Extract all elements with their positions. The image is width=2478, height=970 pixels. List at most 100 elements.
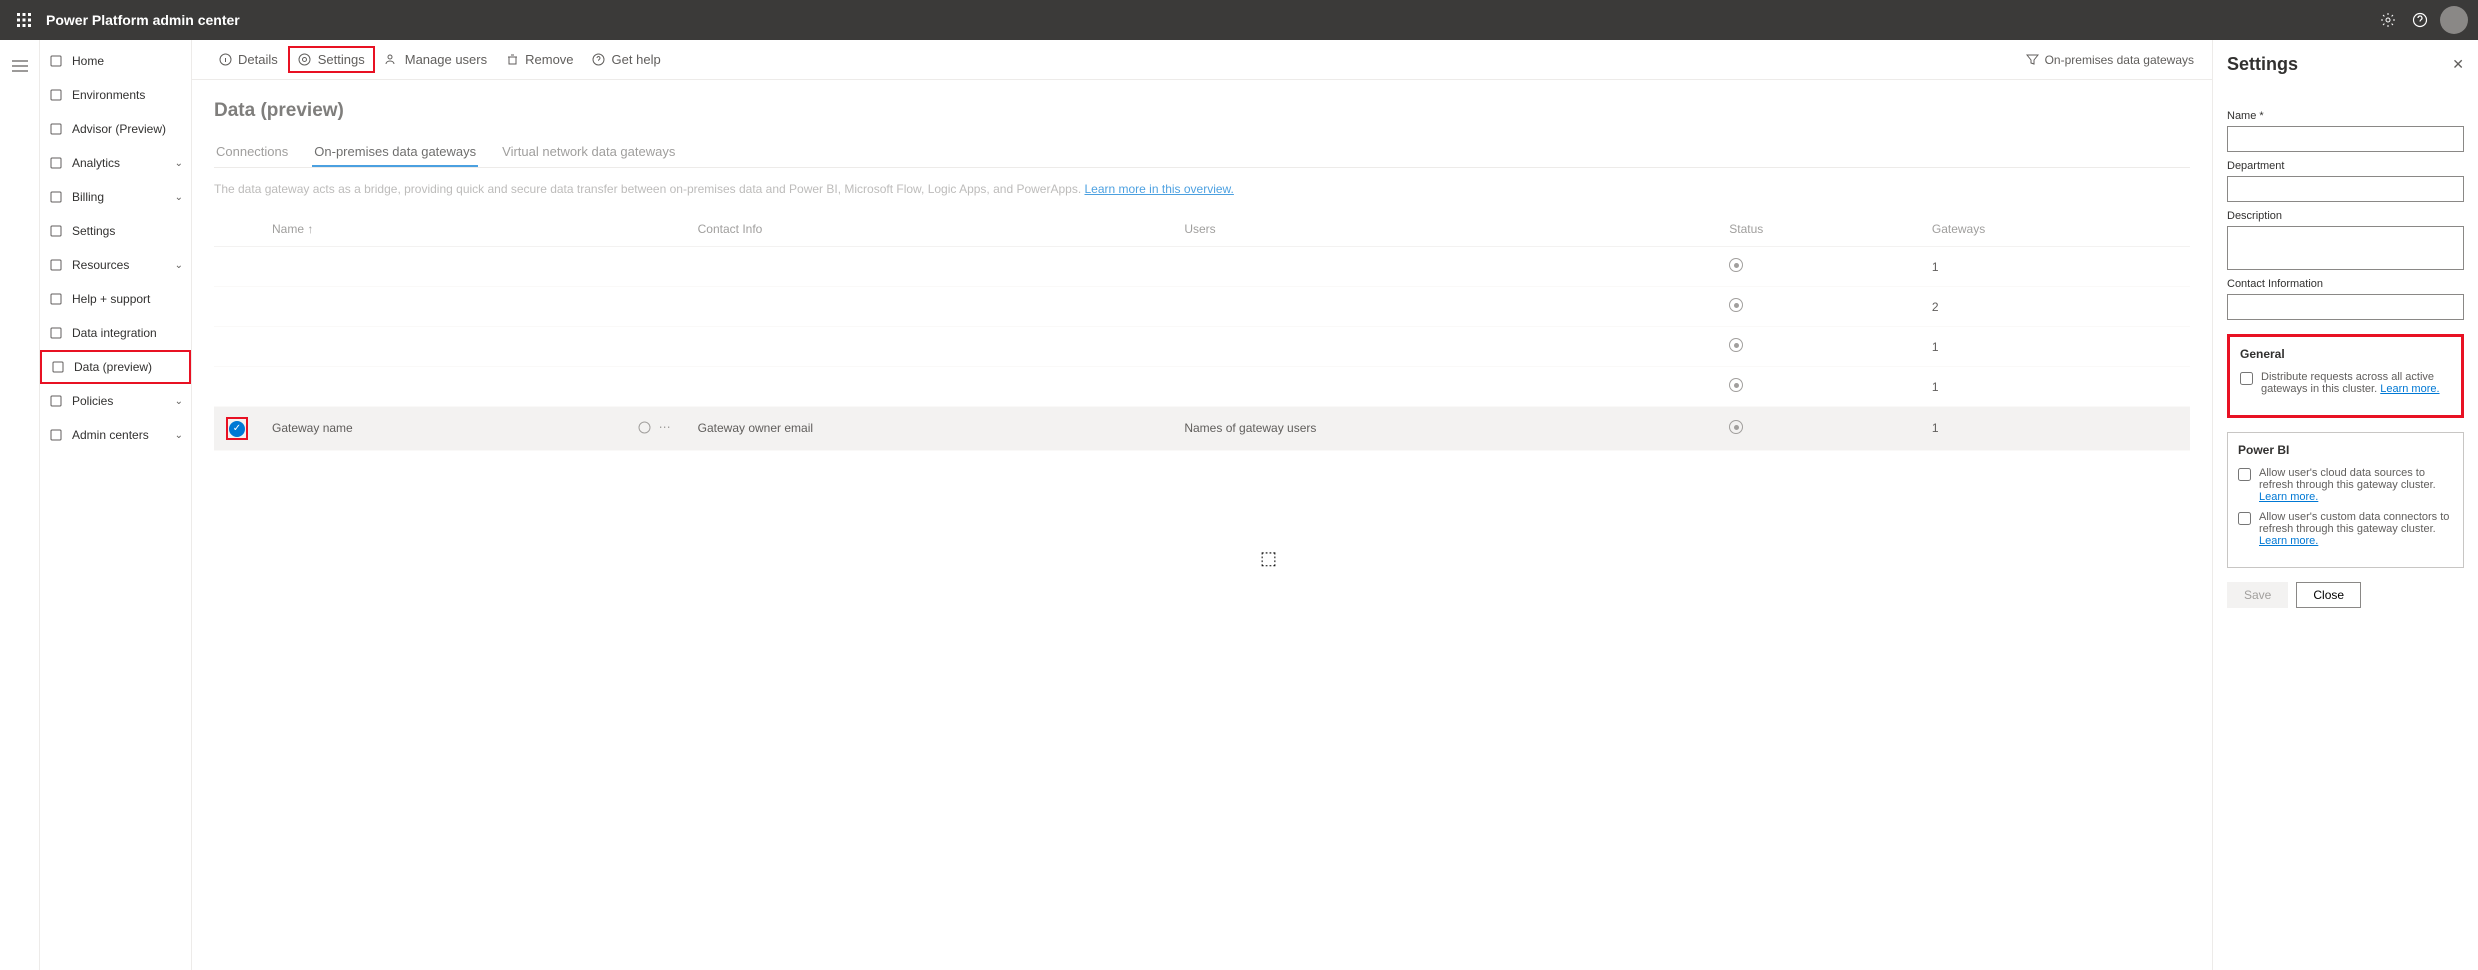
- status-icon: [1729, 420, 1743, 434]
- info-icon: [218, 53, 232, 67]
- col-contact[interactable]: Contact Info: [686, 212, 1173, 247]
- name-label: Name *: [2227, 110, 2464, 122]
- sidebar-item-environments[interactable]: Environments: [40, 78, 191, 112]
- sidebar-item-label: Home: [72, 54, 104, 68]
- tab-vnet-gateways[interactable]: Virtual network data gateways: [500, 138, 677, 167]
- cell-status: [1717, 327, 1920, 367]
- col-users[interactable]: Users: [1172, 212, 1717, 247]
- sidebar-item-analytics[interactable]: Analytics⌄: [40, 146, 191, 180]
- general-learn-more-link[interactable]: Learn more.: [2380, 383, 2439, 395]
- sidebar-item-data-integration[interactable]: Data integration: [40, 316, 191, 350]
- tab-onprem-gateways[interactable]: On-premises data gateways: [312, 138, 478, 167]
- command-bar: Details Settings Manage users Remove Get…: [192, 40, 2212, 80]
- gear-icon: [298, 53, 312, 67]
- help-icon[interactable]: [2404, 4, 2436, 36]
- table-row[interactable]: ✓ Gateway name ⋯ Gateway owner email Nam…: [214, 407, 2190, 451]
- status-icon: [1729, 338, 1743, 352]
- page-body: Data (preview) Connections On-premises d…: [192, 80, 2212, 970]
- powerbi-card: Power BI Allow user's cloud data sources…: [2227, 432, 2464, 568]
- sidebar-item-advisor-preview-[interactable]: Advisor (Preview): [40, 112, 191, 146]
- close-button[interactable]: Close: [2296, 582, 2361, 608]
- cloud-data-sources-checkbox[interactable]: [2238, 468, 2251, 481]
- sidebar-item-label: Data integration: [72, 326, 157, 340]
- app-launcher-icon[interactable]: [10, 6, 38, 34]
- cmd-remove[interactable]: Remove: [497, 48, 581, 71]
- cell-users: [1172, 287, 1717, 327]
- chevron-down-icon: ⌄: [175, 158, 183, 169]
- settings-icon[interactable]: [2372, 4, 2404, 36]
- general-title: General: [2240, 347, 2451, 361]
- cell-contact: [686, 367, 1173, 407]
- table-row[interactable]: 2: [214, 287, 2190, 327]
- cell-name: [260, 367, 626, 407]
- cmd-manage-users[interactable]: Manage users: [377, 48, 495, 71]
- row-more-icon[interactable]: ⋯: [659, 420, 671, 434]
- sidebar-item-data-preview-[interactable]: Data (preview): [40, 350, 191, 384]
- table-row[interactable]: 1: [214, 327, 2190, 367]
- distribute-requests-checkbox[interactable]: [2240, 372, 2253, 385]
- powerbi-learn-more-2-link[interactable]: Learn more.: [2259, 535, 2318, 547]
- name-input[interactable]: [2227, 126, 2464, 152]
- description-label: Description: [2227, 210, 2464, 222]
- close-icon[interactable]: ✕: [2452, 56, 2464, 73]
- home-icon: [48, 53, 64, 69]
- nav-rail: [0, 40, 40, 970]
- powerbi-learn-more-1-link[interactable]: Learn more.: [2259, 491, 2318, 503]
- sidebar-item-home[interactable]: Home: [40, 44, 191, 78]
- tabs: Connections On-premises data gateways Vi…: [214, 138, 2190, 168]
- sidebar-item-billing[interactable]: Billing⌄: [40, 180, 191, 214]
- table-row[interactable]: 1: [214, 367, 2190, 407]
- powerbi-title: Power BI: [2238, 443, 2453, 457]
- cmd-settings-label: Settings: [318, 52, 365, 67]
- cell-name: [260, 327, 626, 367]
- col-name[interactable]: Name ↑: [260, 212, 626, 247]
- admin-icon: [48, 427, 64, 443]
- sidebar-item-label: Policies: [72, 394, 113, 408]
- row-info-icon[interactable]: [638, 421, 651, 434]
- main-content: Details Settings Manage users Remove Get…: [192, 40, 2212, 970]
- sidebar-item-label: Data (preview): [74, 360, 152, 374]
- settings-icon: [48, 223, 64, 239]
- save-button[interactable]: Save: [2227, 582, 2288, 608]
- sidebar-item-policies[interactable]: Policies ⌄: [40, 384, 191, 418]
- table-row[interactable]: 1: [214, 247, 2190, 287]
- cmd-settings[interactable]: Settings: [288, 46, 375, 73]
- desc-learn-more-link[interactable]: Learn more in this overview.: [1084, 182, 1233, 196]
- sidebar-item-resources[interactable]: Resources⌄: [40, 248, 191, 282]
- filter-gateways[interactable]: On-premises data gateways: [2026, 53, 2194, 67]
- description-input[interactable]: [2227, 226, 2464, 270]
- user-avatar[interactable]: [2440, 6, 2468, 34]
- cmd-details-label: Details: [238, 52, 278, 67]
- sidebar-item-settings[interactable]: Settings: [40, 214, 191, 248]
- cmd-get-help[interactable]: Get help: [584, 48, 669, 71]
- hamburger-icon[interactable]: [4, 50, 36, 82]
- chevron-down-icon: ⌄: [175, 192, 183, 203]
- tab-connections[interactable]: Connections: [214, 138, 290, 167]
- cmd-details[interactable]: Details: [210, 48, 286, 71]
- cell-gateways: 1: [1920, 327, 2190, 367]
- sidebar-item-help-support[interactable]: Help + support: [40, 282, 191, 316]
- department-label: Department: [2227, 160, 2464, 172]
- general-card: General Distribute requests across all a…: [2227, 334, 2464, 418]
- cell-contact: [686, 327, 1173, 367]
- sidebar-item-label: Settings: [72, 224, 115, 238]
- col-status[interactable]: Status: [1717, 212, 1920, 247]
- sidebar-item-label: Environments: [72, 88, 145, 102]
- cell-name: Gateway name: [260, 407, 626, 451]
- chevron-down-icon: ⌄: [175, 396, 183, 407]
- cell-users: [1172, 327, 1717, 367]
- col-gateways[interactable]: Gateways: [1920, 212, 2190, 247]
- cmd-remove-label: Remove: [525, 52, 573, 67]
- row-checkbox[interactable]: ✓: [229, 421, 245, 437]
- custom-connectors-checkbox[interactable]: [2238, 512, 2251, 525]
- analytics-icon: [48, 155, 64, 171]
- page-description: The data gateway acts as a bridge, provi…: [214, 182, 2190, 196]
- contact-input[interactable]: [2227, 294, 2464, 320]
- cell-users: [1172, 367, 1717, 407]
- cell-status: [1717, 287, 1920, 327]
- sidebar-item-admin-centers[interactable]: Admin centers⌄: [40, 418, 191, 452]
- gateways-table: Name ↑ Contact Info Users Status Gateway…: [214, 212, 2190, 451]
- cell-gateways: 1: [1920, 407, 2190, 451]
- panel-subtitle: [2227, 81, 2464, 92]
- department-input[interactable]: [2227, 176, 2464, 202]
